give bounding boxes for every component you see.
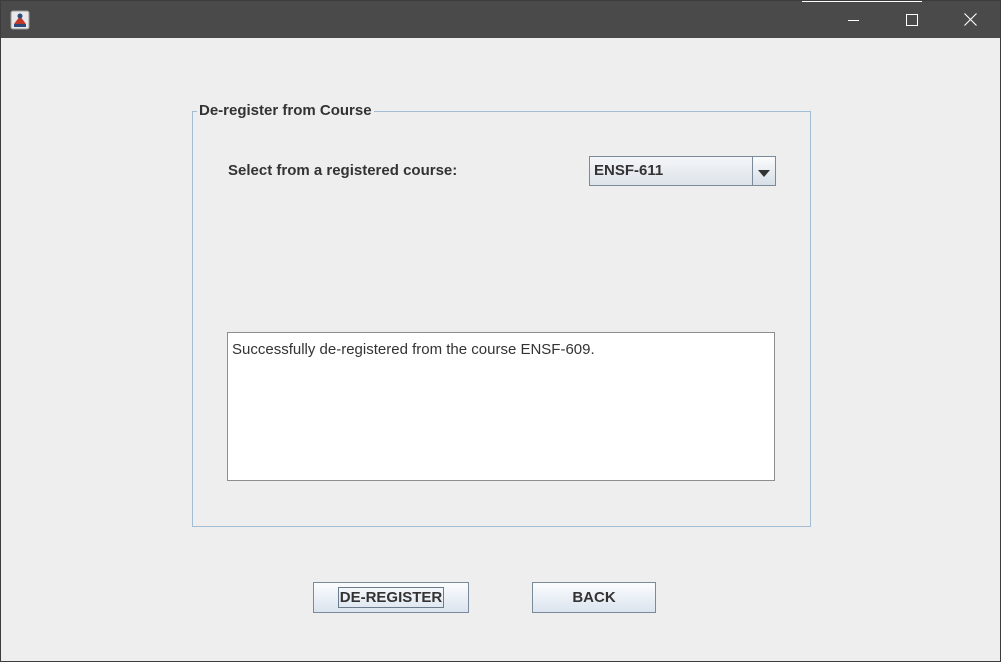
- minimize-icon: [848, 14, 860, 26]
- minimize-button[interactable]: [825, 1, 883, 38]
- chevron-down-icon: [758, 162, 770, 181]
- app-window: De-register from Course Select from a re…: [0, 0, 1001, 662]
- maximize-icon: [906, 13, 918, 26]
- back-button-label: BACK: [572, 589, 616, 606]
- close-icon: [963, 13, 977, 26]
- groupbox-title: De-register from Course: [197, 102, 374, 120]
- dropdown-arrow-button[interactable]: [752, 157, 775, 185]
- course-select-label: Select from a registered course:: [228, 162, 458, 179]
- deregister-button-label: DE-REGISTER: [337, 587, 445, 608]
- course-select-value: ENSF-611: [594, 162, 664, 179]
- maximize-button[interactable]: [883, 1, 941, 38]
- title-bar[interactable]: [1, 1, 1000, 38]
- back-button[interactable]: BACK: [532, 582, 656, 613]
- course-select-dropdown[interactable]: ENSF-611: [589, 156, 776, 186]
- close-button[interactable]: [941, 1, 999, 38]
- status-message-area[interactable]: Successfully de-registered from the cour…: [227, 332, 775, 481]
- java-app-icon[interactable]: [10, 10, 30, 30]
- deregister-button[interactable]: DE-REGISTER: [313, 582, 469, 613]
